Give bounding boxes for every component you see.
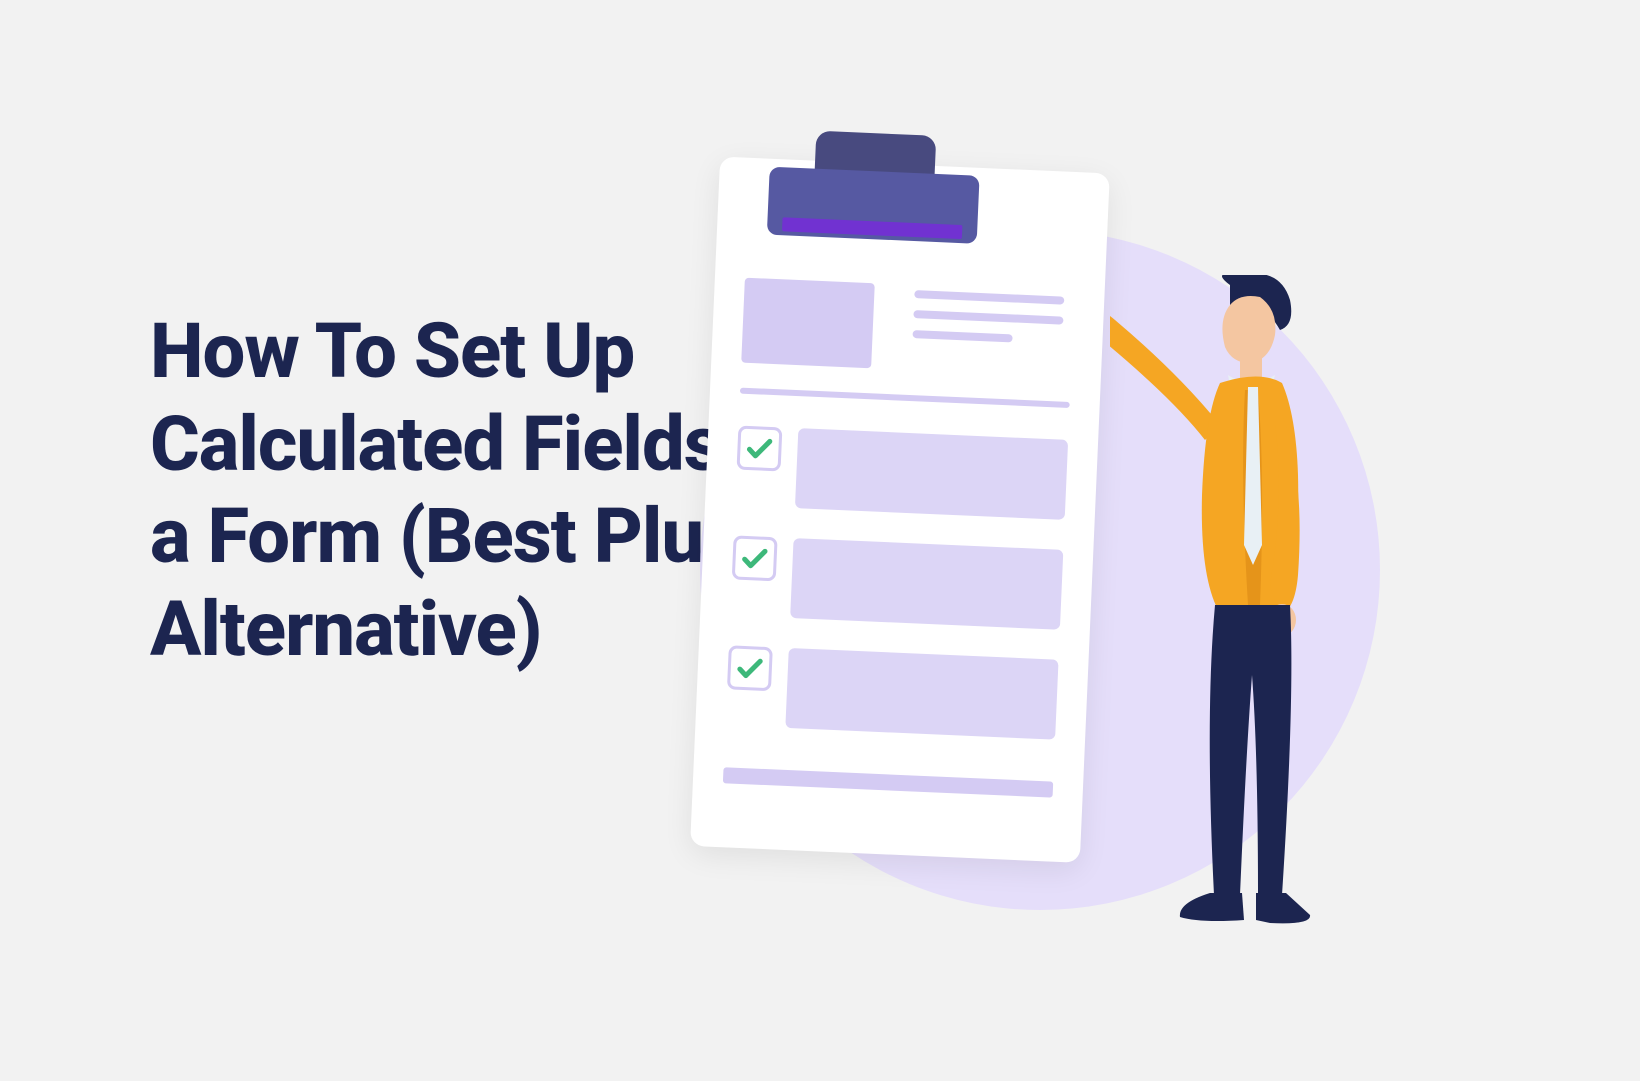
- checkbox-icon: [727, 645, 773, 691]
- person-writing-icon: [1110, 275, 1390, 955]
- form-field-block: [785, 648, 1058, 740]
- form-field-block: [790, 538, 1063, 630]
- clip-icon: [813, 131, 936, 206]
- checkbox-icon: [732, 535, 778, 581]
- form-footer-bar: [723, 767, 1053, 797]
- form-header-block: [741, 278, 875, 369]
- checkbox-icon: [737, 426, 783, 472]
- clipboard-icon: [690, 156, 1110, 862]
- form-line: [914, 290, 1064, 305]
- form-divider: [740, 388, 1070, 408]
- form-line: [913, 310, 1063, 325]
- form-field-block: [795, 428, 1068, 520]
- hero-illustration: [760, 140, 1520, 960]
- form-line: [912, 330, 1012, 342]
